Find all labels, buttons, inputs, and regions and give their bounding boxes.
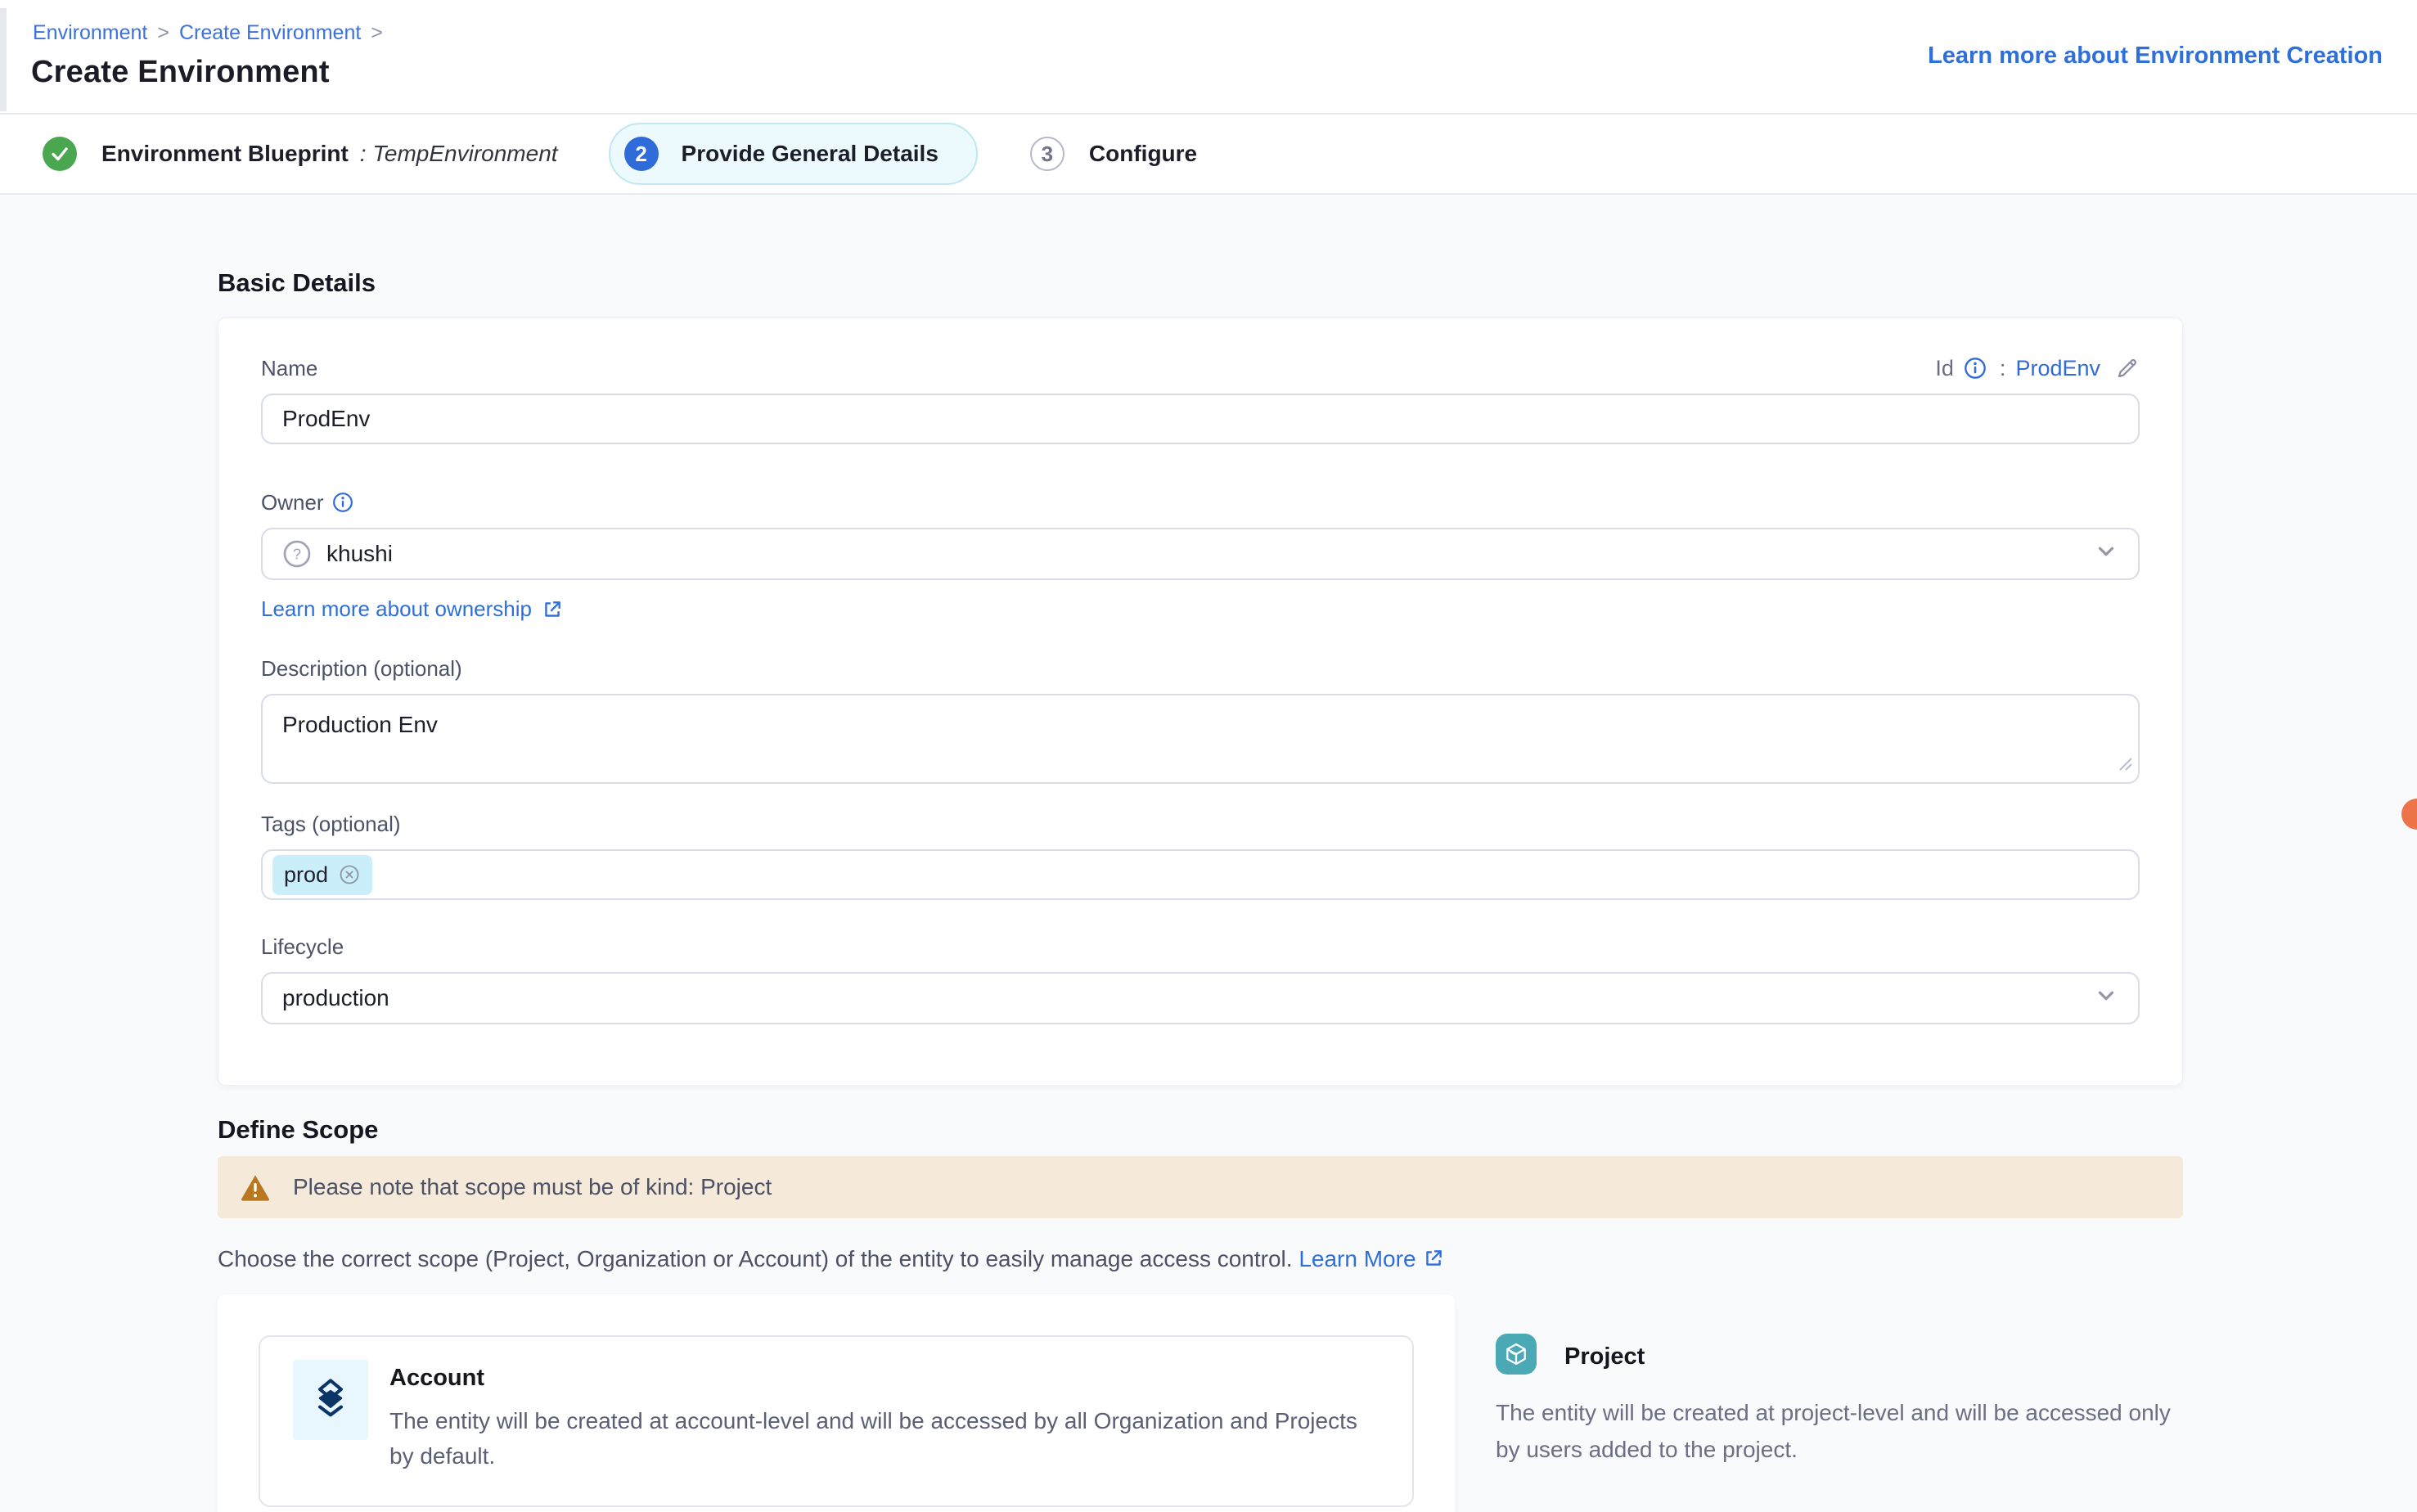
owner-label: Owner — [261, 488, 2140, 516]
owner-info-icon[interactable] — [332, 492, 353, 513]
resize-handle-icon[interactable] — [2115, 751, 2133, 777]
step-label: Environment Blueprint — [101, 141, 349, 167]
breadcrumb-separator: > — [371, 21, 383, 45]
scope-warning-banner: Please note that scope must be of kind: … — [218, 1156, 2183, 1218]
project-cube-icon — [1496, 1334, 1537, 1375]
description-value: Production Env — [282, 712, 438, 737]
description-label: Description (optional) — [261, 655, 2140, 682]
project-option-description: The entity will be created at project-le… — [1496, 1394, 2183, 1469]
floating-help-button[interactable] — [2401, 799, 2417, 830]
name-input-value: ProdEnv — [282, 406, 370, 432]
basic-details-heading: Basic Details — [218, 268, 2183, 298]
scope-option-account[interactable]: Account The entity will be created at ac… — [259, 1335, 1414, 1507]
owner-select-value: khushi — [326, 541, 393, 567]
id-row: Id : ProdEnv — [1935, 356, 2140, 381]
question-circle-icon: ? — [282, 539, 312, 569]
step-label: Provide General Details — [682, 141, 938, 167]
basic-details-card: Name Id : ProdEnv ProdEnv — [218, 317, 2183, 1086]
chevron-down-icon — [2094, 539, 2118, 569]
account-option-title: Account — [389, 1365, 1383, 1392]
tags-label: Tags (optional) — [261, 810, 2140, 838]
step-configure[interactable]: 3 Configure — [1030, 137, 1197, 171]
id-info-icon[interactable] — [1964, 357, 1987, 380]
tag-chip-text: prod — [284, 862, 328, 888]
id-label: Id — [1935, 356, 1954, 381]
svg-text:?: ? — [293, 547, 301, 563]
external-link-icon — [1423, 1248, 1444, 1275]
name-label: Name — [261, 354, 317, 382]
project-option-title: Project — [1564, 1343, 1645, 1370]
id-colon: : — [2000, 356, 2006, 381]
tag-chip: prod — [272, 855, 372, 895]
lifecycle-select[interactable]: production — [261, 972, 2140, 1024]
link-text: Learn more about ownership — [261, 596, 532, 622]
external-link-icon — [542, 599, 563, 620]
breadcrumb-environment[interactable]: Environment — [33, 21, 147, 45]
project-scope-section: Project The entity will be created at pr… — [1496, 1294, 2183, 1512]
define-scope-heading: Define Scope — [218, 1115, 2183, 1145]
create-environment-page: Environment > Create Environment > Creat… — [0, 0, 2417, 1512]
lifecycle-select-value: production — [282, 985, 389, 1011]
step-environment-blueprint[interactable]: Environment Blueprint : TempEnvironment — [43, 137, 558, 171]
breadcrumb-create-environment[interactable]: Create Environment — [179, 21, 361, 45]
name-input[interactable]: ProdEnv — [261, 394, 2140, 444]
chevron-down-icon — [2094, 983, 2118, 1014]
page-header: Environment > Create Environment > Creat… — [0, 0, 2417, 115]
check-icon — [43, 137, 77, 171]
breadcrumb-separator: > — [157, 21, 169, 45]
step-label: Configure — [1089, 141, 1197, 167]
step-number-badge: 3 — [1030, 137, 1064, 171]
learn-more-link[interactable]: Learn More — [1299, 1246, 1416, 1271]
edit-id-pencil-icon[interactable] — [2115, 356, 2140, 380]
owner-select[interactable]: ? khushi — [261, 528, 2140, 580]
account-layers-icon — [293, 1360, 368, 1440]
lifecycle-label: Lifecycle — [261, 933, 2140, 961]
learn-more-ownership-link[interactable]: Learn more about ownership — [261, 596, 2140, 622]
warning-triangle-icon — [239, 1171, 272, 1204]
breadcrumb: Environment > Create Environment > — [0, 0, 2417, 45]
account-option-description: The entity will be created at account-le… — [389, 1403, 1383, 1474]
step-provide-general-details[interactable]: 2 Provide General Details — [609, 123, 978, 185]
warning-text: Please note that scope must be of kind: … — [293, 1174, 772, 1200]
scope-instruction-text: Choose the correct scope (Project, Organ… — [218, 1246, 1293, 1271]
step-blueprint-value: : TempEnvironment — [360, 141, 558, 167]
owner-label-text: Owner — [261, 488, 324, 516]
description-textarea[interactable]: Production Env — [261, 694, 2140, 784]
scope-instruction: Choose the correct scope (Project, Organ… — [218, 1246, 2183, 1275]
id-value: ProdEnv — [2015, 356, 2100, 381]
left-edge-strip — [0, 8, 7, 111]
wizard-stepper: Environment Blueprint : TempEnvironment … — [0, 115, 2417, 195]
remove-tag-icon[interactable] — [338, 863, 361, 886]
learn-more-environment-creation-link[interactable]: Learn more about Environment Creation — [1928, 43, 2383, 70]
step-number-badge: 2 — [624, 137, 659, 171]
tags-input[interactable]: prod — [261, 849, 2140, 900]
scope-options-panel: Account The entity will be created at ac… — [218, 1294, 1455, 1512]
